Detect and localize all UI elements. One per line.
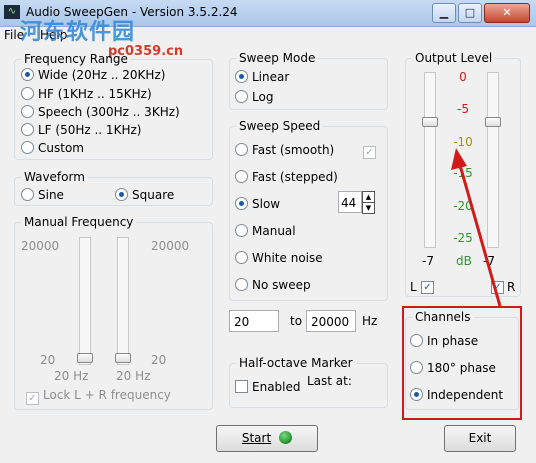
channel-option-in-phase[interactable]: In phase: [410, 334, 478, 348]
status-led-icon: [279, 431, 293, 444]
exit-button[interactable]: Exit: [444, 425, 516, 452]
start-button[interactable]: Start: [216, 425, 318, 452]
channel-option-180-phase[interactable]: 180° phase: [410, 361, 496, 375]
radio-icon: [410, 388, 423, 401]
channel-option-independent[interactable]: Independent: [410, 388, 503, 402]
radio-icon: [410, 361, 423, 374]
radio-icon: [410, 334, 423, 347]
